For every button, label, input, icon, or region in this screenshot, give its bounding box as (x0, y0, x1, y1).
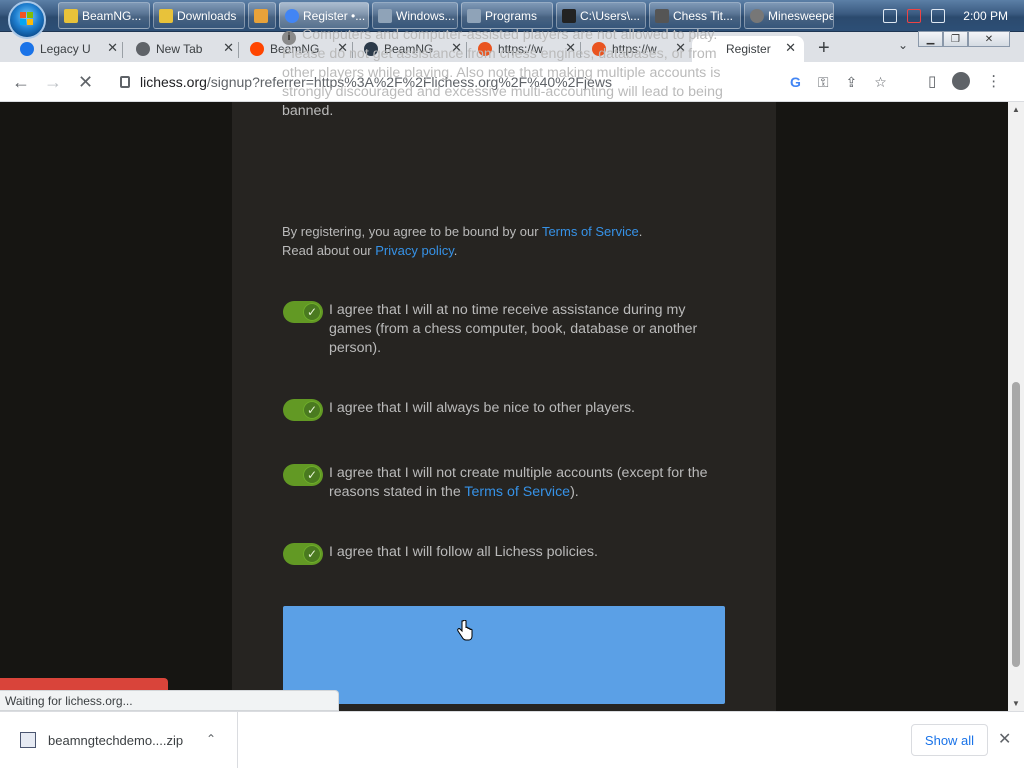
register-submit-button[interactable] (283, 606, 725, 704)
taskbar-item-cmd[interactable]: C:\Users\... (556, 2, 646, 29)
privacy-policy-link[interactable]: Privacy policy (375, 243, 454, 258)
tos-line: By registering, you agree to be bound by… (282, 222, 642, 241)
agreement-text-suffix: ). (570, 484, 579, 500)
explorer-icon (378, 8, 392, 23)
password-key-icon[interactable]: ⚿ (818, 74, 829, 91)
check-icon: ✓ (303, 545, 321, 563)
console-icon (562, 8, 576, 23)
clock[interactable]: 2:00 PM (963, 9, 1008, 23)
check-icon: ✓ (303, 303, 321, 321)
chrome-icon (136, 42, 150, 56)
taskbar-item-chess-titans[interactable]: Chess Tit... (649, 2, 741, 29)
terms-of-service-link[interactable]: Terms of Service (464, 484, 570, 500)
new-tab-icon[interactable]: + (818, 37, 830, 60)
mine-icon (750, 8, 764, 23)
close-window-icon[interactable]: ✕ (968, 31, 1010, 47)
chess-icon (655, 8, 669, 23)
menu-kebab-icon[interactable]: ⋮ (986, 72, 1001, 90)
show-all-button[interactable]: Show all (911, 724, 988, 756)
action-center-icon[interactable] (907, 9, 922, 23)
privacy-prefix: Read about our (282, 243, 376, 258)
reddit-icon (250, 42, 264, 56)
taskbar-item-beamng[interactable]: BeamNG... (58, 2, 150, 29)
taskbar-item-windows[interactable]: Windows... (372, 2, 458, 29)
tos-prefix: By registering, you agree to be bound by… (282, 224, 542, 239)
explorer-icon (467, 8, 481, 23)
url-host: lichess.org (140, 74, 207, 90)
notice-text: Computers and computer-assisted players … (282, 27, 723, 119)
folder-icon (64, 8, 78, 23)
folder-icon (159, 8, 173, 23)
status-bubble: Waiting for lichess.org... (0, 690, 339, 711)
minimize-icon[interactable]: ▁ (918, 31, 943, 47)
taskbar-item-chrome[interactable]: Register •... (279, 2, 369, 29)
agreement-label: I agree that I will always be nice to ot… (329, 400, 635, 416)
agreement-label: I agree that I will follow all Lichess p… (329, 544, 598, 560)
scroll-down-icon[interactable]: ▼ (1012, 699, 1020, 708)
media-player-icon (254, 8, 268, 23)
taskbar-item-downloads[interactable]: Downloads (153, 2, 245, 29)
scroll-thumb[interactable] (1012, 382, 1020, 667)
privacy-suffix: . (453, 243, 458, 258)
page-scrollbar[interactable]: ▲ ▼ (1008, 102, 1024, 711)
tab-separator (238, 42, 239, 58)
nice-toggle[interactable]: ✓ (283, 399, 323, 421)
start-button[interactable] (8, 1, 46, 39)
system-tray: 2:00 PM (883, 0, 1024, 32)
agreement-label: I agree that I will not create multiple … (329, 464, 729, 502)
tab-search-icon[interactable]: ⌄ (898, 38, 908, 52)
policies-toggle[interactable]: ✓ (283, 543, 323, 565)
window-controls: ▁ ❐ ✕ (918, 31, 1010, 47)
terms-of-service-link[interactable]: Terms of Service (542, 224, 639, 239)
profile-avatar-icon[interactable] (952, 72, 971, 90)
maximize-icon[interactable]: ❐ (943, 31, 968, 47)
download-shelf: beamngtechdemo....zip ⌃ Show all ✕ (0, 711, 1024, 768)
tab-separator (122, 42, 123, 58)
legacy-icon (20, 42, 34, 56)
share-icon[interactable]: ⇪ (846, 74, 858, 91)
omnibox-icons: G ⚿ ⇪ ☆ (790, 74, 887, 91)
taskbar-item-programs[interactable]: Programs (461, 2, 553, 29)
chevron-up-icon[interactable]: ⌃ (206, 732, 216, 746)
side-panel-icon[interactable]: ▯ (928, 72, 936, 90)
windows-logo-icon (20, 12, 34, 26)
zip-file-icon (20, 732, 36, 748)
close-tab-icon[interactable]: ✕ (223, 40, 234, 56)
check-icon: ✓ (303, 401, 321, 419)
hand-cursor-icon (457, 620, 473, 641)
assistance-toggle[interactable]: ✓ (283, 301, 323, 323)
bookmark-star-icon[interactable]: ☆ (874, 74, 887, 91)
lock-icon[interactable] (120, 76, 130, 88)
chrome-icon (285, 8, 299, 23)
tos-suffix: . (638, 224, 643, 239)
close-tab-icon[interactable]: ✕ (785, 40, 796, 56)
info-icon: i (282, 31, 296, 45)
check-icon: ✓ (303, 466, 321, 484)
tab-new-tab[interactable]: New Tab ✕ (134, 36, 239, 62)
close-tab-icon[interactable]: ✕ (107, 40, 118, 56)
multiple-accounts-toggle[interactable]: ✓ (283, 464, 323, 486)
privacy-line: Read about our Privacy policy. (282, 241, 457, 260)
back-icon[interactable]: ← (12, 72, 30, 93)
scroll-up-icon[interactable]: ▲ (1012, 105, 1020, 114)
volume-icon[interactable] (931, 9, 946, 23)
download-item[interactable]: beamngtechdemo....zip ⌃ (0, 712, 238, 768)
google-translate-icon[interactable]: G (790, 74, 801, 91)
toolbar-right-icons: ▯ ⋮ (928, 72, 1001, 90)
close-shelf-icon[interactable]: ✕ (998, 729, 1011, 749)
fair-play-notice: i Computers and computer-assisted players… (282, 26, 727, 121)
agreement-label: I agree that I will at no time receive a… (329, 302, 698, 356)
stop-loading-icon[interactable]: ✕ (78, 72, 93, 93)
forward-icon[interactable]: → (44, 72, 62, 93)
network-icon[interactable] (883, 9, 898, 23)
taskbar-item-minesweeper[interactable]: Minesweeper (744, 2, 834, 29)
taskbar-item-media[interactable] (248, 2, 276, 29)
download-filename: beamngtechdemo....zip (48, 733, 184, 748)
tab-legacy[interactable]: Legacy U ✕ (18, 36, 123, 62)
